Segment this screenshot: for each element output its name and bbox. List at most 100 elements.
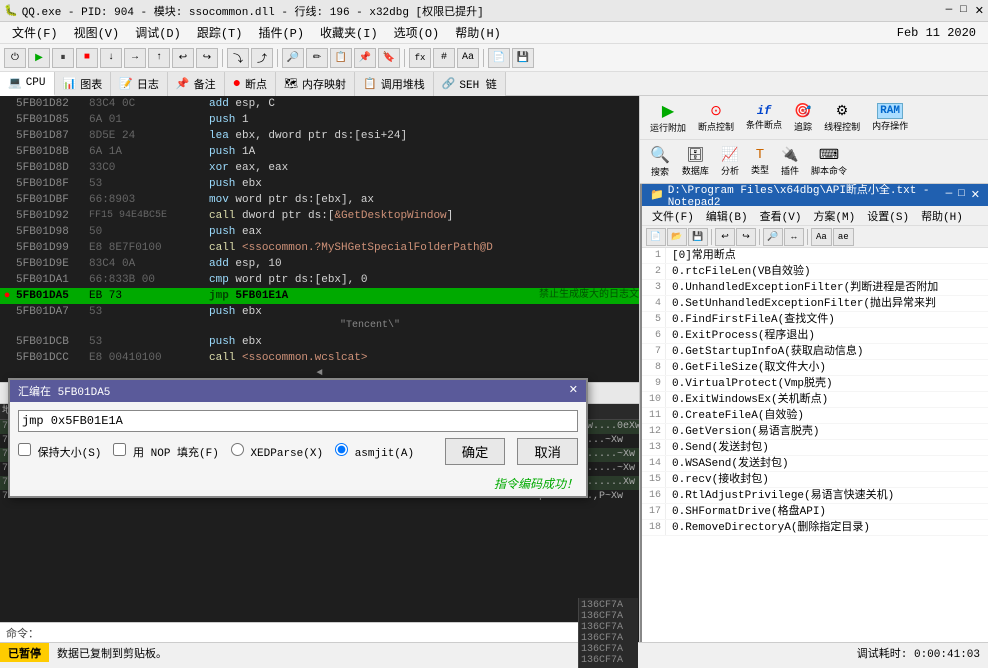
tb-step-out[interactable]: ↑ (148, 48, 170, 68)
tb-back[interactable]: ↩ (172, 48, 194, 68)
breakpoint-control-button[interactable]: ⊙ 断点控制 (694, 101, 738, 135)
cancel-button[interactable]: 取消 (517, 438, 578, 465)
jump-address-input[interactable] (18, 410, 578, 432)
run-attach-button[interactable]: ▶ 运行附加 (646, 99, 690, 136)
disasm-row[interactable]: 5FB01D8B 6A 1A push 1A (0, 144, 639, 160)
database-button[interactable]: 🗄 数据库 (678, 145, 713, 179)
tab-callstack[interactable]: 📋 调用堆栈 (355, 72, 434, 96)
disasm-row[interactable]: 5FB01DA7 53 push ebx (0, 304, 639, 316)
tb-run[interactable]: ▶ (28, 48, 50, 68)
disasm-row[interactable]: 5FB01D87 8D5E 24 lea ebx, dword ptr ds:[… (0, 128, 639, 144)
disasm-row[interactable]: 5FB01D8D 33C0 xor eax, eax (0, 160, 639, 176)
tb-pause[interactable]: ⏸ (52, 48, 74, 68)
tb-copy[interactable]: 📋 (330, 48, 352, 68)
trace-button[interactable]: 🎯 追踪 (790, 101, 816, 135)
tb-font[interactable]: Aa (457, 48, 479, 68)
menu-file[interactable]: 文件(F) (4, 22, 66, 43)
tb-edit[interactable]: ✏ (306, 48, 328, 68)
disasm-row[interactable]: 5FB01D8F 53 push ebx (0, 176, 639, 192)
np-line-11: 11 0.CreateFileA(自效验) (642, 408, 988, 424)
menu-favorites[interactable]: 收藏夹(I) (312, 22, 386, 43)
maximize-button[interactable]: □ (960, 4, 967, 18)
popup-close-icon[interactable]: ✕ (569, 383, 578, 399)
disassembly-after[interactable]: "Tencent\" 5FB01DCB 53 push ebx 5FB01DCC… (0, 316, 639, 382)
close-button[interactable]: ✕ (975, 4, 984, 18)
command-input[interactable] (45, 627, 638, 639)
np-close[interactable]: ✕ (971, 188, 980, 202)
notepad-content[interactable]: 1 [0]常用断点 2 0.rtcFileLen(VB自效验) 3 0.Unha… (642, 248, 988, 644)
disasm-row[interactable]: 5FB01DCC E8 00410100 call <ssocommon.wcs… (0, 350, 639, 366)
confirm-button[interactable]: 确定 (445, 438, 506, 465)
np-tb-ae[interactable]: ae (833, 228, 854, 246)
keep-size-checkbox-label: 保持大小(S) (18, 443, 101, 460)
tb-fx[interactable]: fx (409, 48, 431, 68)
disasm-row[interactable]: 5FB01DCB 53 push ebx (0, 334, 639, 350)
script-cmd-button[interactable]: ⌨ 脚本命令 (807, 145, 851, 179)
tb-search[interactable]: 🔎 (282, 48, 304, 68)
types-button[interactable]: T 类型 (747, 145, 773, 178)
disasm-row-active[interactable]: ● 5FB01DA5 EB 73 jmp 5FB01E1A 禁止生成废大的日志文 (0, 288, 639, 304)
disasm-row[interactable]: 5FB01D9E 83C4 0A add esp, 10 (0, 256, 639, 272)
tb-back2[interactable]: ⤴ (251, 48, 273, 68)
tab-graph[interactable]: 📊 图表 (55, 72, 112, 96)
np-maximize[interactable]: □ (958, 188, 965, 202)
tb-step-over[interactable]: → (124, 48, 146, 68)
search-button[interactable]: 🔍 搜索 (646, 143, 674, 180)
disasm-row[interactable]: 5FB01D82 83C4 0C add esp, C (0, 96, 639, 112)
menu-view[interactable]: 视图(V) (66, 22, 128, 43)
tab-cpu[interactable]: 💻 CPU (0, 72, 55, 96)
np-tb-redo[interactable]: ↪ (736, 228, 756, 246)
menu-trace[interactable]: 跟踪(T) (189, 22, 251, 43)
asmjit-radio[interactable] (335, 443, 348, 456)
np-tb-find[interactable]: 🔎 (763, 228, 783, 246)
tb-restart[interactable]: ⏻ (4, 48, 26, 68)
disasm-row[interactable]: 5FB01D92 FF15 94E4BC5E call dword ptr ds… (0, 208, 639, 224)
disasm-row[interactable]: 5FB01DBF 66:8903 mov word ptr ds:[ebx], … (0, 192, 639, 208)
np-tb-new[interactable]: 📄 (646, 228, 666, 246)
conditional-bp-button[interactable]: if 条件断点 (742, 102, 786, 133)
np-menu-edit[interactable]: 编辑(B) (700, 206, 754, 226)
analyze-button[interactable]: 📈 分析 (717, 145, 743, 179)
menu-debug[interactable]: 调试(D) (127, 22, 189, 43)
tb-stop[interactable]: ■ (76, 48, 98, 68)
tab-seh[interactable]: 🔗 SEH 链 (434, 72, 506, 96)
np-menu-settings[interactable]: 设置(S) (861, 206, 915, 226)
tb-goto[interactable]: ⤵ (227, 48, 249, 68)
tb-pin[interactable]: 📌 (354, 48, 376, 68)
xedparse-radio[interactable] (231, 443, 244, 456)
disassembly-view[interactable]: 5FB01D82 83C4 0C add esp, C 5FB01D85 6A … (0, 96, 639, 316)
menu-options[interactable]: 选项(O) (386, 22, 448, 43)
np-menu-view[interactable]: 查看(V) (754, 206, 808, 226)
tb-new[interactable]: 📄 (488, 48, 510, 68)
np-menu-file[interactable]: 文件(F) (646, 206, 700, 226)
np-tb-open[interactable]: 📂 (667, 228, 687, 246)
tb-bookmark[interactable]: 🔖 (378, 48, 400, 68)
keep-size-checkbox[interactable] (18, 443, 31, 456)
tab-breakpoints[interactable]: ● 断点 (225, 72, 276, 96)
np-tb-save[interactable]: 💾 (688, 228, 708, 246)
np-menu-help[interactable]: 帮助(H) (915, 206, 969, 226)
disasm-row[interactable]: 5FB01D85 6A 01 push 1 (0, 112, 639, 128)
tb-step-into[interactable]: ↓ (100, 48, 122, 68)
nop-fill-checkbox[interactable] (113, 443, 126, 456)
tb-forward[interactable]: ↪ (196, 48, 218, 68)
memory-ops-button[interactable]: RAM 内存操作 (868, 101, 912, 134)
plugins-button[interactable]: 🔌 插件 (777, 145, 803, 179)
disasm-row[interactable]: 5FB01D99 E8 8E7F0100 call <ssocommon.?My… (0, 240, 639, 256)
np-menu-scheme[interactable]: 方案(M) (807, 206, 861, 226)
tab-notes[interactable]: 📌 备注 (168, 72, 225, 96)
disasm-row[interactable]: 5FB01DA1 66:833B 00 cmp word ptr ds:[ebx… (0, 272, 639, 288)
menu-plugin[interactable]: 插件(P) (250, 22, 312, 43)
disasm-row[interactable]: 5FB01D98 50 push eax (0, 224, 639, 240)
np-tb-replace[interactable]: ↔ (784, 228, 804, 246)
tab-log[interactable]: 📝 日志 (111, 72, 168, 96)
np-tb-font-size[interactable]: Aa (811, 228, 832, 246)
tb-save[interactable]: 💾 (512, 48, 534, 68)
menu-help[interactable]: 帮助(H) (447, 22, 509, 43)
thread-control-button[interactable]: ⚙ 线程控制 (820, 101, 864, 135)
minimize-button[interactable]: — (946, 4, 953, 18)
np-tb-undo[interactable]: ↩ (715, 228, 735, 246)
tab-memmap[interactable]: 🗺 内存映射 (276, 72, 355, 96)
tb-hash[interactable]: # (433, 48, 455, 68)
np-minimize[interactable]: — (946, 188, 953, 202)
